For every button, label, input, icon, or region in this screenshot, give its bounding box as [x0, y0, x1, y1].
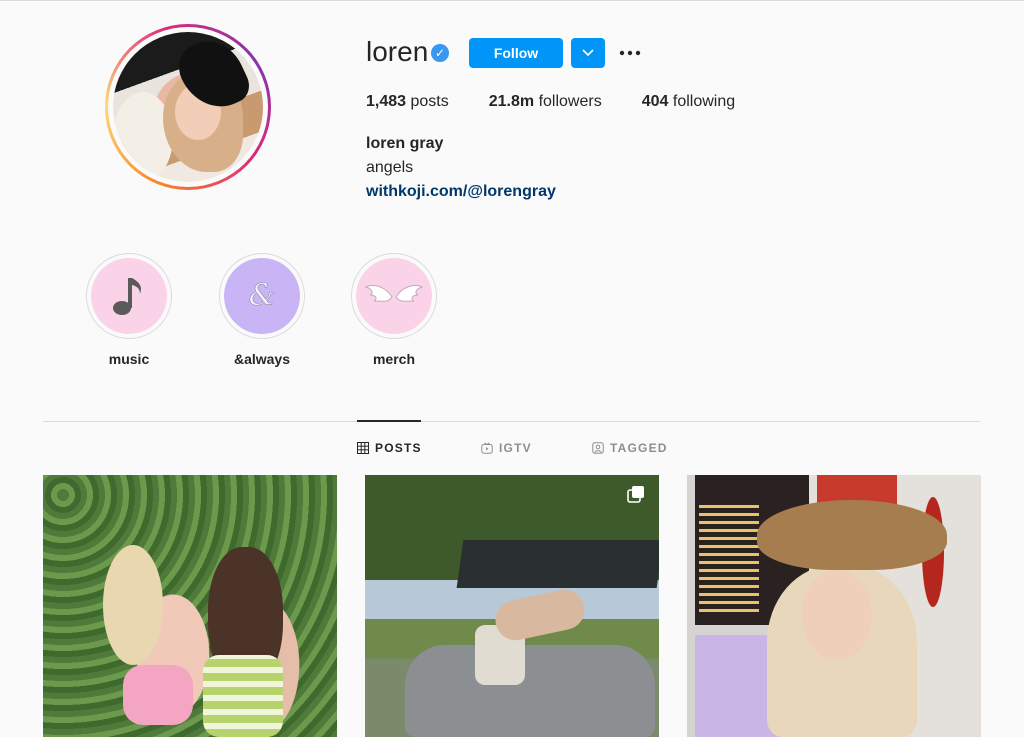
igtv-icon — [481, 442, 493, 454]
avatar[interactable] — [113, 32, 263, 182]
suggested-accounts-button[interactable] — [571, 38, 605, 68]
profile-stats: 1,483 posts 21.8m followers 404 followin… — [366, 93, 775, 111]
carousel-icon — [627, 485, 645, 508]
highlight-label: merch — [372, 351, 416, 367]
highlight-label: music — [108, 351, 150, 367]
tab-igtv[interactable]: IGTV — [481, 441, 532, 455]
full-name: loren gray — [366, 135, 444, 152]
top-border — [0, 0, 1024, 1]
svg-text:&: & — [249, 278, 276, 313]
post-thumbnail-1[interactable] — [43, 475, 337, 737]
tab-tagged[interactable]: TAGGED — [592, 441, 668, 455]
tab-posts[interactable]: POSTS — [357, 441, 422, 455]
post-thumbnail-3[interactable] — [687, 475, 981, 737]
followers-link[interactable]: 21.8m followers — [489, 93, 602, 111]
highlight-always[interactable]: & &always — [219, 253, 305, 367]
profile-username: loren — [366, 36, 429, 67]
ampersand-icon: & — [248, 278, 276, 314]
highlight-label: &always — [233, 351, 291, 367]
music-note-icon — [113, 278, 142, 315]
highlight-music[interactable]: music — [86, 253, 172, 367]
tab-label: TAGGED — [610, 441, 668, 455]
profile-avatar-story-ring[interactable] — [105, 24, 271, 190]
bio-text: angels — [366, 159, 414, 176]
ellipsis-icon — [619, 50, 641, 56]
tabs-divider — [43, 421, 980, 422]
bio-link[interactable]: withkoji.com/@lorengray — [366, 183, 556, 201]
following-link[interactable]: 404 following — [642, 93, 735, 111]
active-tab-indicator — [357, 420, 421, 422]
tagged-icon — [592, 442, 604, 454]
verified-badge-icon: ✓ — [431, 44, 449, 62]
post-thumbnail-2[interactable] — [365, 475, 659, 737]
posts-count: 1,483 posts — [366, 93, 449, 110]
follow-button[interactable]: Follow — [469, 38, 563, 68]
chevron-down-icon — [582, 49, 594, 57]
angel-wings-icon — [364, 284, 424, 302]
more-options-button[interactable] — [617, 40, 643, 66]
grid-icon — [357, 442, 369, 454]
tab-label: POSTS — [375, 441, 422, 455]
tab-label: IGTV — [499, 441, 532, 455]
highlight-merch[interactable]: merch — [351, 253, 437, 367]
